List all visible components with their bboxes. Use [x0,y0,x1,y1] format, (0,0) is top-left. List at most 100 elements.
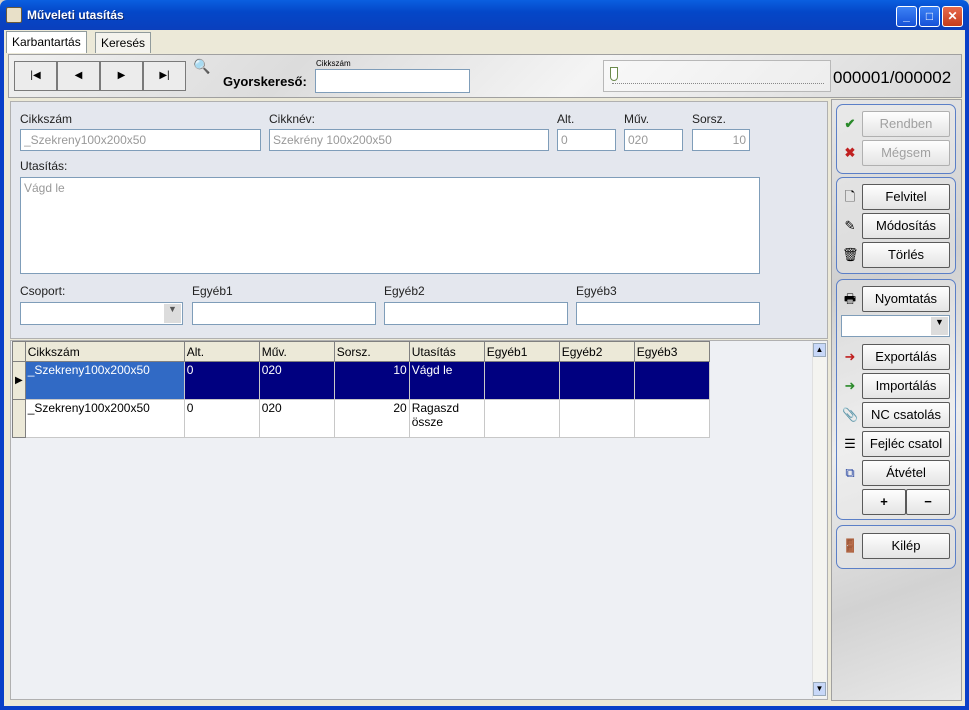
cikknev-label: Cikknév: [269,112,316,126]
alt-field[interactable] [557,129,616,151]
paperclip-icon: 📎 [842,407,859,422]
cell-muv[interactable]: 020 [258,399,335,438]
table-row[interactable]: _Szekreny100x200x50 0 020 20 Ragaszd öss… [12,399,710,438]
slider-thumb[interactable] [610,67,618,81]
header-attach-button[interactable]: Fejléc csatol [862,431,950,457]
sorsz-field[interactable] [692,129,750,151]
egyeb3-label: Egyéb3 [576,284,617,298]
muv-field[interactable] [624,129,683,151]
col-header-cikkszam[interactable]: Cikkszám [24,341,185,362]
utasitas-field[interactable]: Vágd le [20,177,760,274]
export-button[interactable]: Exportálás [862,344,950,370]
scroll-up-icon[interactable]: ▲ [813,343,826,357]
egyeb2-label: Egyéb2 [384,284,425,298]
plus-button[interactable]: + [862,489,906,515]
egyeb1-label: Egyéb1 [192,284,233,298]
col-header-sorsz[interactable]: Sorsz. [333,341,410,362]
tab-kereses[interactable]: Keresés [95,32,152,53]
cell-egyeb3[interactable] [633,399,710,438]
cell-alt[interactable]: 0 [183,399,260,438]
egyeb2-field[interactable] [384,302,568,325]
edit-button[interactable]: Módosítás [862,213,950,239]
cell-egyeb2[interactable] [558,399,635,438]
copy-icon: ⧉ [845,465,855,480]
cikkszam-label: Cikkszám [20,112,73,126]
muv-label: Műv. [624,112,650,126]
new-button[interactable]: Felvitel [862,184,950,210]
current-row-indicator: ▶ [12,361,26,400]
chevron-down-icon[interactable]: ▼ [164,304,181,323]
cell-sorsz[interactable]: 10 [333,361,410,400]
close-button[interactable]: ✕ [942,6,963,27]
col-header-alt[interactable]: Alt. [183,341,260,362]
app-icon [6,7,22,23]
new-document-icon: 🗋 [844,189,856,204]
quicksearch-input[interactable] [315,69,470,93]
ok-button[interactable]: Rendben [862,111,950,137]
maximize-button[interactable]: □ [919,6,940,27]
check-icon: ✔ [844,116,856,131]
record-counter: 000001/000002 [833,68,952,87]
col-header-egyeb2[interactable]: Egyéb2 [558,341,635,362]
cell-cikkszam[interactable]: _Szekreny100x200x50 [24,399,185,438]
col-header-egyeb1[interactable]: Egyéb1 [483,341,560,362]
title-bar: Műveleti utasítás _ □ ✕ [0,0,969,30]
cikknev-field[interactable] [269,129,549,151]
exit-door-icon: 🚪 [842,538,859,553]
cell-egyeb1[interactable] [483,361,560,400]
egyeb1-field[interactable] [192,302,376,325]
egyeb3-field[interactable] [576,302,760,325]
next-record-button[interactable]: ▶ [100,61,143,91]
quicksearch-field-label: Cikkszám [316,59,351,68]
cell-egyeb1[interactable] [483,399,560,438]
minus-button[interactable]: − [906,489,950,515]
cell-egyeb2[interactable] [558,361,635,400]
window-title: Műveleti utasítás [27,8,124,22]
cancel-button[interactable]: Mégsem [862,140,950,166]
printer-icon: 🖶 [843,291,857,306]
cell-sorsz[interactable]: 20 [333,399,410,438]
last-record-button[interactable]: ▶| [143,61,186,91]
print-dropdown[interactable]: ▼ [841,315,950,337]
cell-egyeb3[interactable] [633,361,710,400]
import-button[interactable]: Importálás [862,373,950,399]
cell-utasitas[interactable]: Ragaszd össze [408,399,485,438]
quicksearch-label: Gyorskereső: [223,74,307,89]
delete-button[interactable]: Törlés [862,242,950,268]
cell-cikkszam[interactable]: _Szekreny100x200x50 [24,361,185,400]
print-button[interactable]: Nyomtatás [862,286,950,312]
prev-record-button[interactable]: ◀ [57,61,100,91]
cell-utasitas[interactable]: Vágd le [408,361,485,400]
data-grid: Cikkszám Alt. Műv. Sorsz. Utasítás Egyéb… [12,341,710,438]
cross-icon: ✖ [844,145,856,160]
cikkszam-field[interactable] [20,129,261,151]
cell-muv[interactable]: 020 [258,361,335,400]
nc-attach-button[interactable]: NC csatolás [862,402,950,428]
first-record-button[interactable]: |◀ [14,61,57,91]
import-icon: ➜ [844,378,856,393]
transfer-button[interactable]: Átvétel [862,460,950,486]
csoport-label: Csoport: [20,284,66,298]
edit-document-icon: ✎ [844,218,856,233]
magnifier-icon: 🔍 [193,58,211,74]
minimize-button[interactable]: _ [896,6,917,27]
scroll-down-icon[interactable]: ▼ [813,682,826,696]
sorsz-label: Sorsz. [692,112,727,126]
col-header-utasitas[interactable]: Utasítás [408,341,485,362]
tab-karbantartas[interactable]: Karbantartás [6,31,87,53]
delete-icon: 🗑 [842,247,859,262]
record-slider[interactable] [603,60,831,92]
list-icon: ☰ [844,436,856,451]
exit-button[interactable]: Kilép [862,533,950,559]
cell-alt[interactable]: 0 [183,361,260,400]
col-header-muv[interactable]: Műv. [258,341,335,362]
chevron-down-icon[interactable]: ▼ [931,317,948,335]
utasitas-label: Utasítás: [20,159,68,173]
export-icon: ➜ [844,349,856,364]
alt-label: Alt. [557,112,575,126]
grid-scrollbar[interactable]: ▲ ▼ [812,342,826,698]
table-row[interactable]: ▶ _Szekreny100x200x50 0 020 10 Vágd le [12,361,710,400]
csoport-dropdown[interactable]: ▼ [20,302,183,325]
row-header-corner [12,341,26,362]
col-header-egyeb3[interactable]: Egyéb3 [633,341,710,362]
